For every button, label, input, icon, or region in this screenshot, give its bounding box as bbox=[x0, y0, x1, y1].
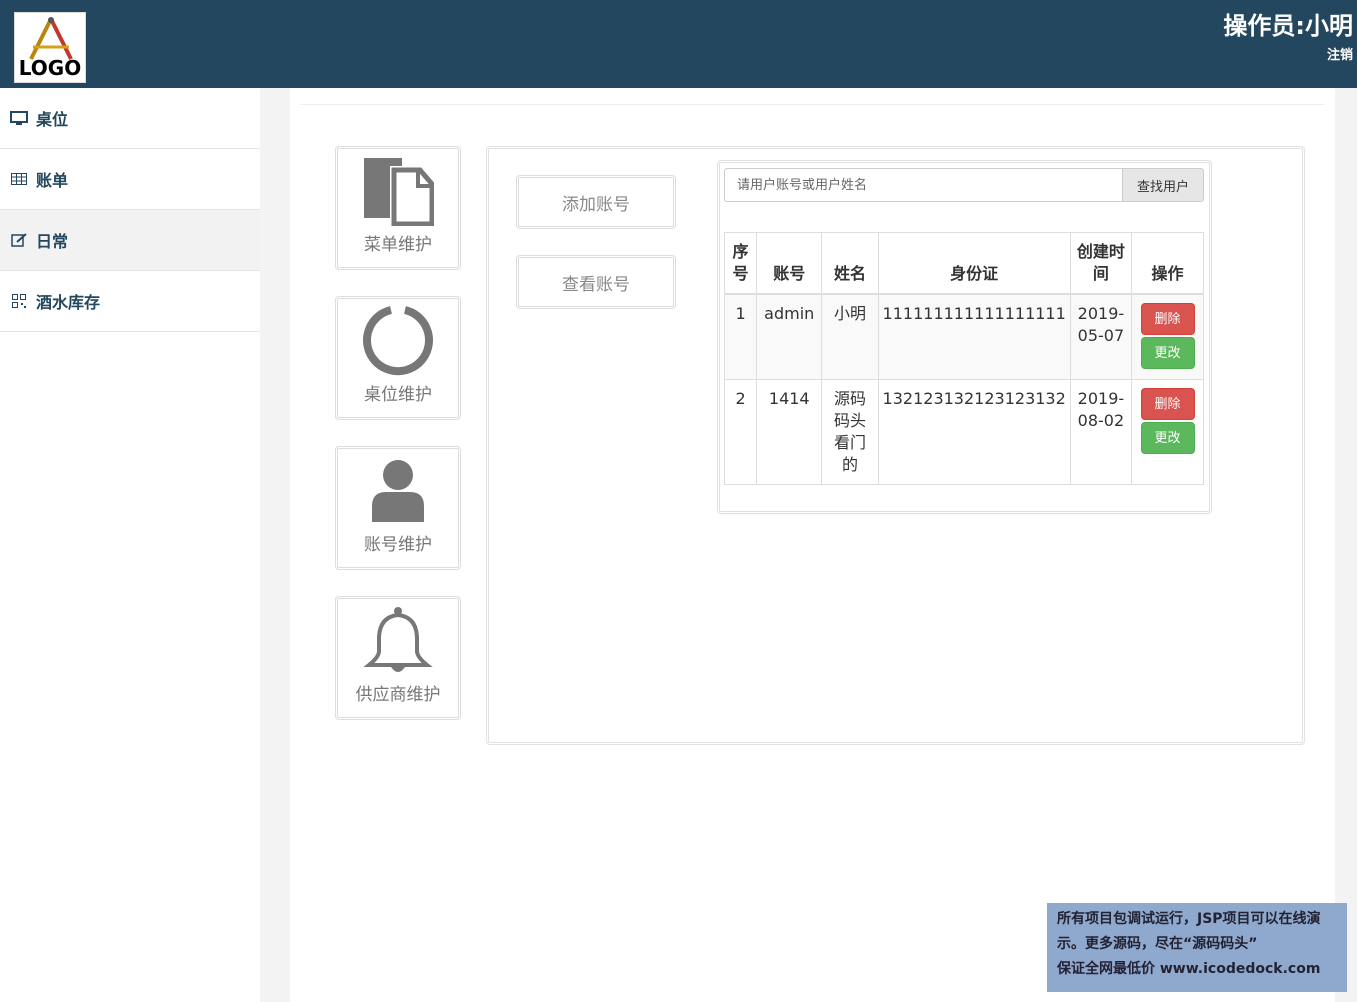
view-account-button[interactable]: 查看账号 bbox=[516, 255, 676, 309]
cell-no: 1 bbox=[723, 293, 758, 380]
header-created: 创建时间 bbox=[1069, 232, 1133, 295]
sidebar-item-bill[interactable]: 账单 bbox=[0, 149, 260, 210]
sidebar-item-stock[interactable]: 酒水库存 bbox=[0, 271, 260, 332]
tile-menu-maintenance[interactable]: 菜单维护 bbox=[335, 146, 461, 270]
top-header: LOGO 操作员:小明 注销 bbox=[0, 0, 1357, 88]
header-id-card: 身份证 bbox=[877, 232, 1071, 295]
search-bar: 查找用户 bbox=[724, 168, 1204, 202]
tile-label: 账号维护 bbox=[364, 535, 432, 555]
files-icon bbox=[338, 153, 458, 229]
logo-text: LOGO bbox=[18, 56, 82, 80]
table-icon bbox=[10, 171, 28, 187]
sidebar-item-desk[interactable]: 桌位 bbox=[0, 88, 260, 149]
bell-icon bbox=[338, 603, 458, 679]
sidebar-item-label: 酒水库存 bbox=[36, 293, 101, 312]
header-name: 姓名 bbox=[821, 232, 879, 295]
delete-button[interactable]: 删除 bbox=[1140, 303, 1195, 335]
sidebar-item-label: 账单 bbox=[36, 171, 69, 190]
tile-label: 桌位维护 bbox=[364, 385, 432, 405]
user-icon bbox=[338, 453, 458, 529]
tile-label: 菜单维护 bbox=[364, 235, 432, 255]
edit-button[interactable]: 更改 bbox=[1140, 422, 1195, 454]
sidebar-item-daily[interactable]: 日常 bbox=[0, 210, 260, 271]
ring-icon bbox=[338, 303, 458, 379]
cell-created: 2019-08-02 bbox=[1069, 379, 1133, 485]
monitor-icon bbox=[10, 110, 28, 126]
table-row: 2 1414 源码码头看门的 132123132123123132 2019-0… bbox=[723, 379, 1204, 485]
watermark-line: 保证全网最低价 www.icodedock.com bbox=[1057, 961, 1321, 977]
operator-name: 操作员:小明 bbox=[1223, 12, 1353, 40]
main-content: 菜单维护 桌位维护 账号维护 供应商维护 添加账号 查看账号 请用户账号或用户姓… bbox=[290, 88, 1335, 1002]
sidebar: 桌位 账单 日常 酒水库存 bbox=[0, 88, 260, 1002]
divider bbox=[300, 104, 1325, 105]
cell-created: 2019-05-07 bbox=[1069, 293, 1133, 380]
logo: LOGO bbox=[14, 12, 86, 83]
header-operation: 操作 bbox=[1131, 232, 1204, 295]
search-input[interactable] bbox=[724, 168, 1122, 202]
cell-account: 1414 bbox=[756, 379, 823, 485]
header-no: 序号 bbox=[723, 232, 758, 295]
add-account-button[interactable]: 添加账号 bbox=[516, 175, 676, 229]
account-content-box: 添加账号 查看账号 查找用户 序号 账号 姓名 身份证 创建时间 bbox=[486, 146, 1305, 745]
tile-supplier-maintenance[interactable]: 供应商维护 bbox=[335, 596, 461, 720]
edit-icon bbox=[10, 232, 28, 248]
watermark-line: 所有项目包调试运行，JSP项目可以在线演 bbox=[1057, 911, 1321, 927]
tile-desk-maintenance[interactable]: 桌位维护 bbox=[335, 296, 461, 420]
tile-label: 供应商维护 bbox=[355, 685, 441, 705]
sidebar-item-label: 桌位 bbox=[36, 110, 69, 129]
qrcode-icon bbox=[10, 293, 28, 309]
delete-button[interactable]: 删除 bbox=[1140, 388, 1195, 420]
cell-name: 小明 bbox=[821, 293, 879, 380]
header-account: 账号 bbox=[756, 232, 823, 295]
table-header-row: 序号 账号 姓名 身份证 创建时间 操作 bbox=[723, 232, 1204, 295]
cell-name: 源码码头看门的 bbox=[821, 379, 879, 485]
table-row: 1 admin 小明 111111111111111111 2019-05-07… bbox=[723, 293, 1204, 380]
watermark-banner: 所有项目包调试运行，JSP项目可以在线演 示。更多源码，尽在“源码码头” 保证全… bbox=[1047, 903, 1347, 992]
edit-button[interactable]: 更改 bbox=[1140, 337, 1195, 369]
tile-account-maintenance[interactable]: 账号维护 bbox=[335, 446, 461, 570]
watermark-line: 示。更多源码，尽在“源码码头” bbox=[1057, 936, 1258, 952]
search-user-button[interactable]: 查找用户 bbox=[1122, 168, 1204, 202]
users-table: 序号 账号 姓名 身份证 创建时间 操作 1 admin 小明 11111111… bbox=[723, 232, 1204, 485]
right-gutter bbox=[1335, 88, 1357, 1002]
account-list-panel: 查找用户 序号 账号 姓名 身份证 创建时间 操作 bbox=[717, 160, 1212, 514]
cell-operation: 删除 更改 bbox=[1131, 379, 1204, 485]
sidebar-item-label: 日常 bbox=[36, 232, 69, 251]
cell-id-card: 111111111111111111 bbox=[877, 293, 1071, 380]
logout-link[interactable]: 注销 bbox=[1327, 44, 1353, 63]
cell-no: 2 bbox=[723, 379, 758, 485]
cell-id-card: 132123132123123132 bbox=[877, 379, 1071, 485]
cell-account: admin bbox=[756, 293, 823, 380]
left-gutter bbox=[260, 88, 290, 1002]
cell-operation: 删除 更改 bbox=[1131, 293, 1204, 380]
